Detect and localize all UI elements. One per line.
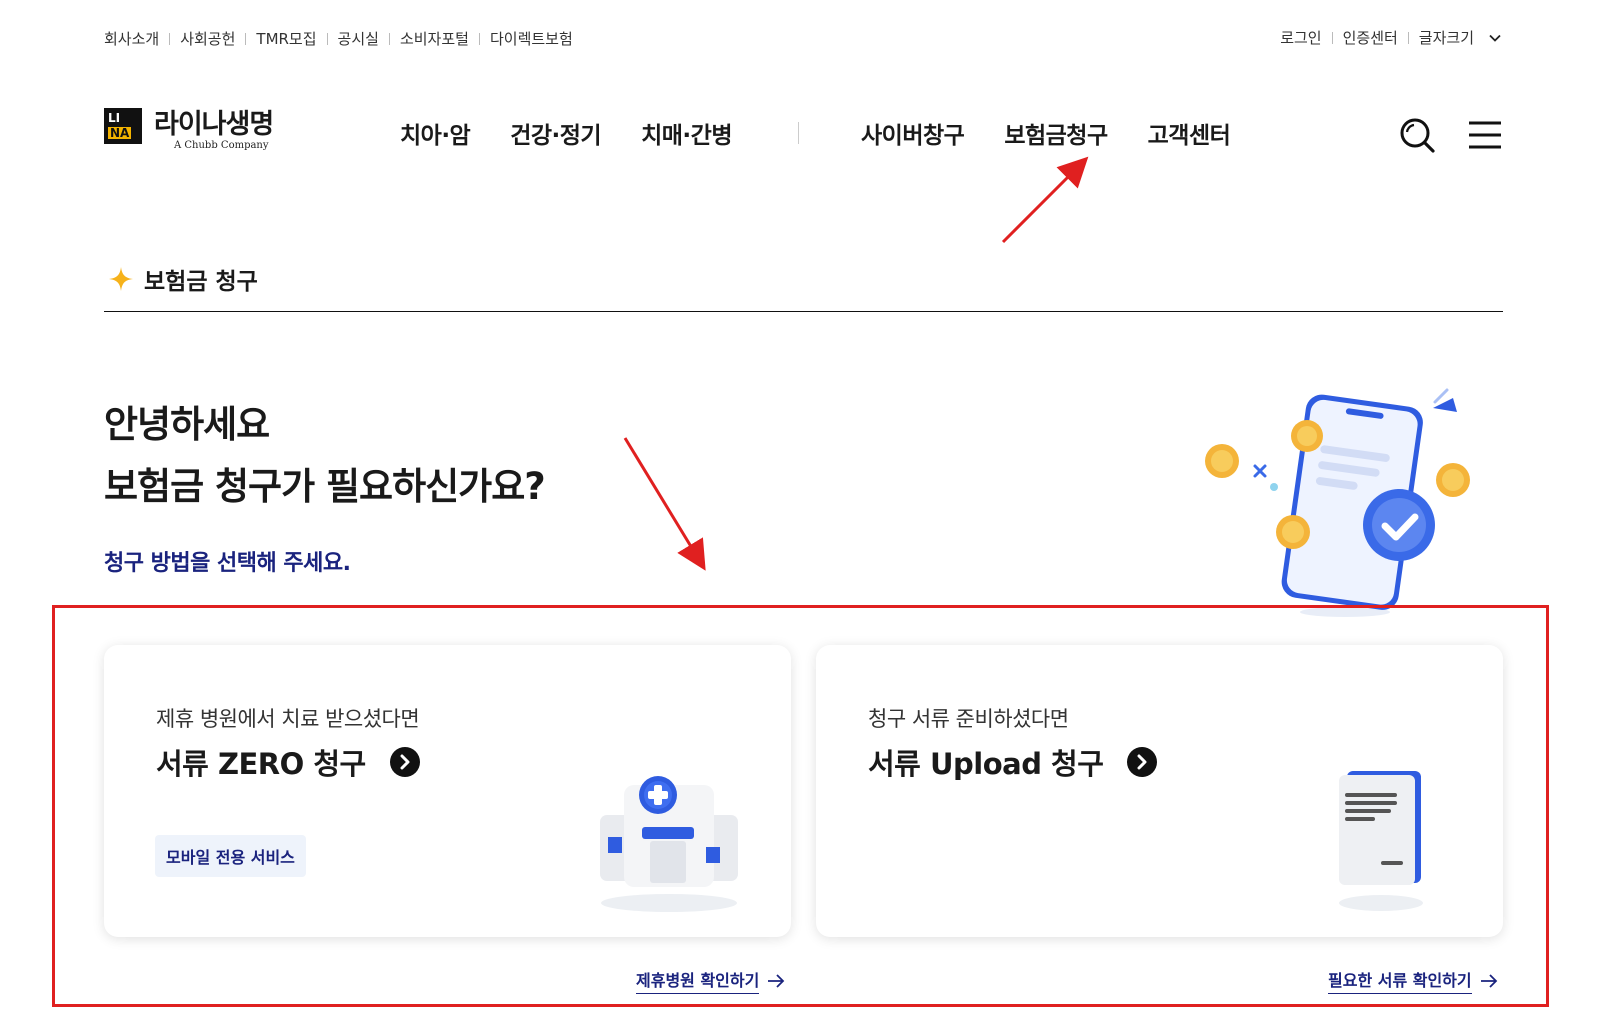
- document-icon: [1339, 771, 1423, 911]
- card-title-text: 서류 ZERO 청구: [156, 747, 366, 781]
- search-icon[interactable]: [1398, 116, 1436, 154]
- annotation-arrow-claim-menu: [1001, 156, 1089, 244]
- hero-question: 보험금 청구가 필요하신가요?: [104, 465, 546, 508]
- section-title: 보험금 청구: [108, 262, 258, 296]
- main-nav: 치아·암 건강·정기 치매·간병 사이버창구 보험금청구 고객센터: [400, 116, 1231, 150]
- claim-card-zero[interactable]: 제휴 병원에서 치료 받으셨다면 서류 ZERO 청구 모바일 전용 서비스: [104, 645, 791, 937]
- logo-mark-top: LI: [108, 111, 121, 125]
- link-text: 필요한 서류 확인하기: [1328, 967, 1472, 994]
- sparkle-icon: [109, 267, 133, 291]
- nav-item-claim[interactable]: 보험금청구: [1004, 116, 1108, 150]
- card-title[interactable]: 서류 Upload 청구: [868, 741, 1158, 783]
- divider: [478, 32, 480, 45]
- partner-hospital-link[interactable]: 제휴병원 확인하기: [636, 967, 785, 994]
- util-link-company[interactable]: 회사소개: [104, 28, 159, 49]
- required-documents-link[interactable]: 필요한 서류 확인하기: [1328, 967, 1498, 994]
- util-link-tmr[interactable]: TMR모집: [256, 28, 316, 49]
- nav-item-customer-center[interactable]: 고객센터: [1148, 116, 1231, 150]
- hospital-icon: [600, 776, 738, 912]
- logo-mark-bottom: NA: [108, 126, 132, 140]
- divider: [1331, 31, 1333, 44]
- arrow-right-circle-icon[interactable]: [389, 747, 420, 777]
- card-title-text: 서류 Upload 청구: [868, 747, 1104, 781]
- divider: [169, 32, 171, 45]
- chevron-down-icon[interactable]: [1488, 31, 1502, 45]
- logo-text: 라이나생명 A Chubb Company: [154, 108, 274, 151]
- phone-check-illustration: [1205, 388, 1470, 617]
- cert-center-link[interactable]: 인증센터: [1343, 27, 1398, 48]
- claim-card-upload[interactable]: 청구 서류 준비하셨다면 서류 Upload 청구: [816, 645, 1503, 937]
- hero-instruction: 청구 방법을 선택해 주세요.: [104, 551, 351, 576]
- section-title-text: 보험금 청구: [144, 269, 258, 295]
- hero-greeting: 안녕하세요: [104, 403, 270, 446]
- divider: [1407, 31, 1409, 44]
- nav-item-health-term[interactable]: 건강·정기: [510, 116, 601, 150]
- logo-name: 라이나생명: [154, 109, 274, 140]
- font-size-toggle[interactable]: 글자크기: [1419, 27, 1474, 48]
- nav-item-dementia-care[interactable]: 치매·간병: [641, 116, 732, 150]
- util-link-direct[interactable]: 다이렉트보험: [490, 28, 573, 49]
- nav-item-dental-cancer[interactable]: 치아·암: [400, 116, 471, 150]
- login-link[interactable]: 로그인: [1280, 27, 1321, 48]
- logo-sub: A Chubb Company: [174, 140, 269, 151]
- nav-item-cyber-window[interactable]: 사이버창구: [861, 116, 965, 150]
- mobile-only-badge: 모바일 전용 서비스: [155, 835, 306, 877]
- divider: [245, 32, 247, 45]
- card-title[interactable]: 서류 ZERO 청구: [156, 741, 420, 783]
- divider: [326, 32, 328, 45]
- util-link-social[interactable]: 사회공헌: [180, 28, 235, 49]
- arrow-right-circle-icon[interactable]: [1127, 747, 1158, 777]
- annotation-arrow-claim-options: [623, 437, 706, 571]
- utility-right: 로그인 인증센터 글자크기: [1280, 27, 1502, 48]
- arrow-right-icon: [768, 973, 785, 988]
- util-link-consumer[interactable]: 소비자포털: [400, 28, 469, 49]
- util-link-disclosure[interactable]: 공시실: [338, 28, 379, 49]
- hamburger-menu-icon[interactable]: [1468, 120, 1502, 150]
- lina-logo[interactable]: LI NA 라이나생명 A Chubb Company: [104, 108, 274, 151]
- logo-mark: LI NA: [104, 108, 142, 144]
- arrow-right-icon: [1480, 973, 1497, 988]
- nav-divider: [798, 122, 799, 144]
- card-lead: 제휴 병원에서 치료 받으셨다면: [156, 707, 420, 731]
- section-divider: [104, 311, 1503, 312]
- card-lead: 청구 서류 준비하셨다면: [868, 707, 1069, 731]
- divider: [388, 32, 390, 45]
- link-text: 제휴병원 확인하기: [636, 967, 760, 994]
- utility-nav: 회사소개 사회공헌 TMR모집 공시실 소비자포털 다이렉트보험: [104, 28, 573, 49]
